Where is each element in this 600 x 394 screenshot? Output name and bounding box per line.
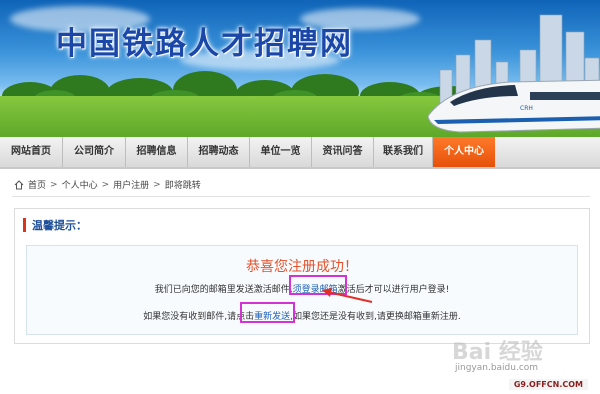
activation-text-before: 我们已向您的邮箱里发送激活邮件,: [154, 285, 293, 295]
registration-success-message: 恭喜您注册成功！: [246, 259, 358, 275]
nav-item-news[interactable]: 招聘动态: [188, 137, 250, 167]
watermark-site: jingyan.baidu.com: [455, 363, 539, 373]
resend-instruction: 如果您没有收到邮件,请点击重新发送,如果您还是没有收到,请更换邮箱重新注册.: [27, 309, 577, 322]
nav-item-company[interactable]: 公司简介: [63, 137, 126, 167]
breadcrumb-separator: >: [153, 179, 161, 190]
resend-text-after: ,如果您还是没有收到,请更换邮箱重新注册.: [290, 312, 461, 322]
annotation-arrow-icon: [322, 288, 373, 303]
breadcrumb-registration[interactable]: 用户注册: [113, 178, 149, 191]
nav-item-employers[interactable]: 单位一览: [250, 137, 312, 167]
watermark-brand: Bai 经验: [452, 339, 543, 365]
nav-item-personal-center[interactable]: 个人中心: [433, 137, 495, 167]
breadcrumb-divider: [12, 196, 590, 197]
breadcrumb-home[interactable]: 首页: [28, 178, 46, 191]
site-title: 中国铁路人才招聘网: [56, 26, 353, 62]
highlight-box-resend: [240, 302, 295, 323]
site-banner: CRH 中国铁路人才招聘网: [0, 0, 600, 137]
notice-heading: 温馨提示：: [32, 219, 87, 232]
baidu-paw-logo-icon: Bai 经验: [452, 339, 543, 365]
breadcrumb: 首页 > 个人中心 > 用户注册 > 即将跳转: [14, 178, 201, 191]
notice-header: 温馨提示：: [23, 217, 87, 233]
offcn-stamp: G9.OFFCN.COM: [508, 379, 588, 390]
baidu-jingyan-watermark: Bai 经验: [452, 335, 577, 365]
nav-item-jobs[interactable]: 招聘信息: [126, 137, 188, 167]
breadcrumb-separator: >: [50, 179, 58, 190]
home-icon: [14, 179, 24, 189]
high-speed-train-illustration: CRH: [427, 79, 600, 133]
resend-text-before: 如果您没有收到邮件,请点击: [143, 312, 255, 322]
nav-item-contact[interactable]: 联系我们: [374, 137, 433, 167]
notice-accent-bar: [23, 218, 26, 232]
breadcrumb-redirecting: 即将跳转: [164, 181, 201, 191]
bottom-strip: G9.OFFCN.COM: [0, 379, 600, 394]
breadcrumb-separator: >: [101, 179, 110, 190]
main-nav: 网站首页 公司简介 招聘信息 招聘动态 单位一览 资讯问答 联系我们 个人中心: [0, 137, 600, 169]
nav-item-home[interactable]: 网站首页: [0, 137, 63, 167]
nav-item-qa[interactable]: 资讯问答: [312, 137, 374, 167]
breadcrumb-personal-center[interactable]: 个人中心: [62, 178, 98, 191]
svg-text:CRH: CRH: [520, 105, 533, 112]
